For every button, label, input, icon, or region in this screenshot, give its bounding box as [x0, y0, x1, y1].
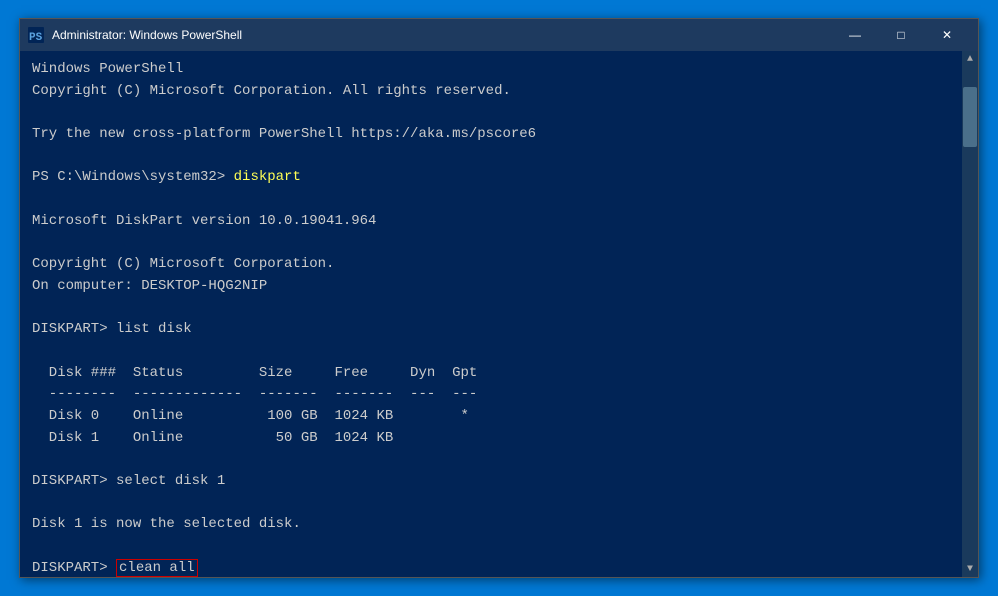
scrollbar[interactable]: ▲ ▼ — [962, 51, 978, 577]
line-copyright: Copyright (C) Microsoft Corporation. All… — [32, 83, 511, 99]
window-title: Administrator: Windows PowerShell — [52, 28, 242, 42]
content-area: Windows PowerShell Copyright (C) Microso… — [20, 51, 978, 577]
line-computer: On computer: DESKTOP-HQG2NIP — [32, 278, 267, 294]
prompt-1: PS C:\Windows\system32> diskpart — [32, 169, 301, 185]
table-separator: -------- ------------- ------- ------- -… — [32, 386, 477, 402]
prompt-clean: DISKPART> clean all — [32, 559, 198, 577]
powershell-icon: PS — [28, 27, 44, 43]
scroll-down-arrow[interactable]: ▼ — [962, 561, 978, 577]
line-diskpart-version: Microsoft DiskPart version 10.0.19041.96… — [32, 213, 376, 229]
line-disk-selected: Disk 1 is now the selected disk. — [32, 516, 301, 532]
terminal-output[interactable]: Windows PowerShell Copyright (C) Microso… — [20, 51, 962, 577]
clean-all-command: clean all — [116, 559, 198, 577]
line-windows-powershell: Windows PowerShell — [32, 61, 183, 77]
line-copyright-2: Copyright (C) Microsoft Corporation. — [32, 256, 334, 272]
prompt-list-disk: DISKPART> list disk — [32, 321, 192, 337]
window-controls[interactable]: — □ ✕ — [832, 19, 970, 51]
titlebar-left: PS Administrator: Windows PowerShell — [28, 27, 242, 43]
powershell-window: PS Administrator: Windows PowerShell — □… — [19, 18, 979, 578]
svg-text:PS: PS — [29, 32, 43, 43]
close-button[interactable]: ✕ — [924, 19, 970, 51]
cmd-diskpart: diskpart — [234, 169, 301, 185]
prompt-select-disk: DISKPART> select disk 1 — [32, 473, 225, 489]
table-row-disk0: Disk 0 Online 100 GB 1024 KB * — [32, 408, 469, 424]
minimize-button[interactable]: — — [832, 19, 878, 51]
maximize-button[interactable]: □ — [878, 19, 924, 51]
table-row-disk1: Disk 1 Online 50 GB 1024 KB — [32, 430, 393, 446]
scrollbar-thumb[interactable] — [963, 87, 977, 147]
table-header: Disk ### Status Size Free Dyn Gpt — [32, 365, 477, 381]
line-pscore: Try the new cross-platform PowerShell ht… — [32, 126, 536, 142]
titlebar: PS Administrator: Windows PowerShell — □… — [20, 19, 978, 51]
scroll-up-arrow[interactable]: ▲ — [962, 51, 978, 67]
